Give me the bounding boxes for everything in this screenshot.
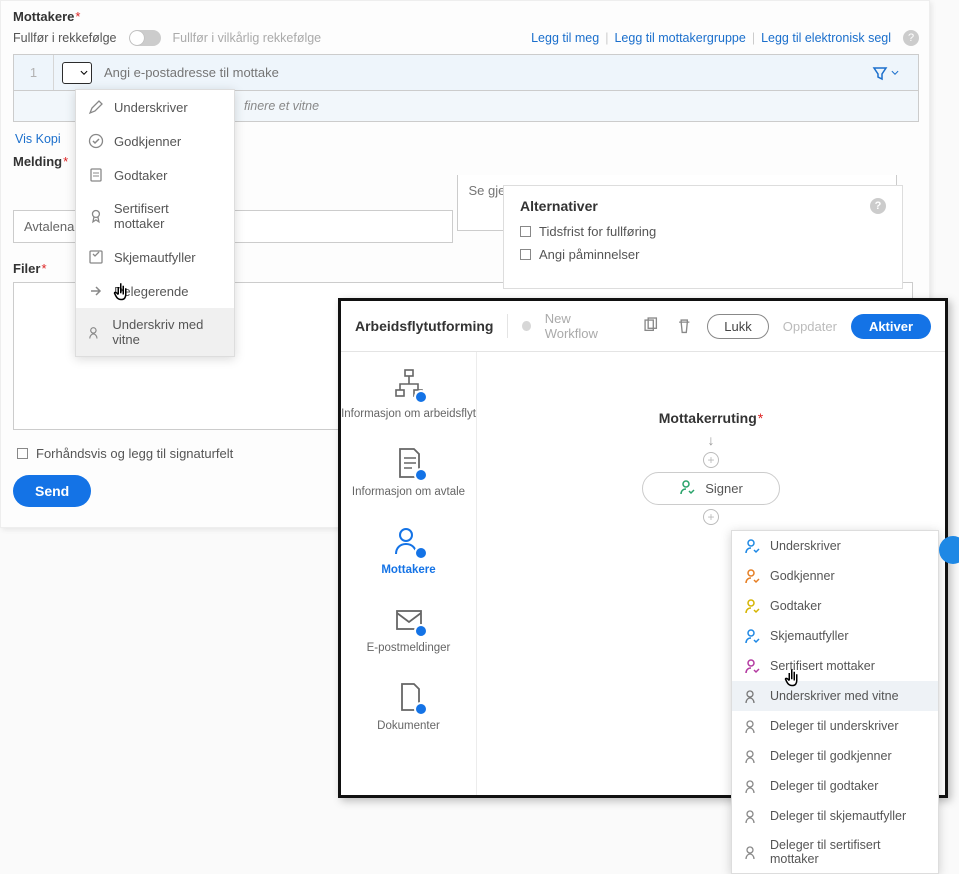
role-option-form-filler[interactable]: Skjemautfyller bbox=[76, 240, 234, 274]
send-button[interactable]: Send bbox=[13, 475, 91, 507]
route-role-delegate-acceptor[interactable]: Deleger til godtaker bbox=[732, 771, 938, 801]
workflow-designer-panel: Arbeidsflytutforming New Workflow Lukk O… bbox=[338, 298, 948, 798]
show-cc-link[interactable]: Vis Kopi bbox=[15, 132, 61, 146]
routing-role-dropdown[interactable]: Underskriver Godkjenner Godtaker Skjemau… bbox=[731, 530, 939, 874]
update-button-disabled: Oppdater bbox=[783, 319, 837, 334]
order-row: Fullfør i rekkefølge Fullfør i vilkårlig… bbox=[13, 30, 919, 46]
order-hint: Fullfør i vilkårlig rekkefølge bbox=[173, 31, 322, 45]
flow-icon bbox=[392, 368, 426, 402]
route-role-delegate-certified[interactable]: Deleger til sertifisert mottaker bbox=[732, 831, 938, 873]
workflow-canvas: Mottakerruting* ↓ + Signer + Underskrive… bbox=[477, 352, 945, 795]
option-deadline[interactable]: Tidsfrist for fullføring bbox=[520, 224, 886, 239]
trash-icon[interactable] bbox=[675, 315, 693, 337]
workflow-header: Arbeidsflytutforming New Workflow Lukk O… bbox=[341, 301, 945, 352]
route-role-certified[interactable]: Sertifisert mottaker bbox=[732, 651, 938, 681]
floating-help-bubble[interactable] bbox=[939, 536, 959, 564]
options-title: Alternativer bbox=[520, 198, 598, 214]
workflow-sidebar: Informasjon om arbeidsflyt Informasjon o… bbox=[341, 352, 477, 795]
role-option-acceptor[interactable]: Godtaker bbox=[76, 158, 234, 192]
route-role-delegate-form-filler[interactable]: Deleger til skjemautfyller bbox=[732, 801, 938, 831]
role-option-signer[interactable]: Underskriver bbox=[76, 90, 234, 124]
link-add-seal[interactable]: Legg til elektronisk segl bbox=[761, 31, 891, 45]
add-node-bottom[interactable]: + bbox=[703, 509, 719, 525]
role-option-approver[interactable]: Godkjenner bbox=[76, 124, 234, 158]
recipient-auth-icon[interactable] bbox=[854, 65, 918, 81]
link-add-me[interactable]: Legg til meg bbox=[531, 31, 599, 45]
role-option-delegator[interactable]: Delegerende bbox=[76, 274, 234, 308]
workflow-name: New Workflow bbox=[545, 311, 615, 341]
doc-icon bbox=[392, 446, 426, 480]
order-toggle[interactable] bbox=[129, 30, 161, 46]
recipients-label: Mottakere* bbox=[13, 9, 919, 24]
sidebar-item-agreement-info[interactable]: Informasjon om avtale bbox=[341, 446, 476, 498]
people-icon bbox=[392, 524, 426, 558]
sidebar-item-recipients[interactable]: Mottakere bbox=[341, 524, 476, 576]
workflow-title: Arbeidsflytutforming bbox=[355, 318, 493, 334]
clone-icon[interactable] bbox=[642, 315, 660, 337]
documents-icon bbox=[392, 680, 426, 714]
role-dropdown[interactable]: Underskriver Godkjenner Godtaker Sertifi… bbox=[75, 89, 235, 357]
witness-hint-text: finere et vitne bbox=[244, 99, 319, 113]
routing-title: Mottakerruting* bbox=[491, 410, 931, 426]
role-select[interactable] bbox=[62, 62, 92, 84]
options-help-icon[interactable]: ? bbox=[870, 198, 886, 214]
route-role-signer[interactable]: Underskriver bbox=[732, 531, 938, 561]
sidebar-item-emails[interactable]: E-postmeldinger bbox=[341, 602, 476, 654]
arrow-down-icon: ↓ bbox=[708, 432, 715, 448]
role-option-sign-with-witness[interactable]: Underskriv med vitne bbox=[76, 308, 234, 356]
mail-icon bbox=[392, 602, 426, 636]
recipient-number: 1 bbox=[14, 55, 54, 90]
sidebar-item-workflow-info[interactable]: Informasjon om arbeidsflyt bbox=[341, 368, 476, 420]
signer-node[interactable]: Signer bbox=[642, 472, 780, 505]
route-role-form-filler[interactable]: Skjemautfyller bbox=[732, 621, 938, 651]
add-node-top[interactable]: + bbox=[703, 452, 719, 468]
route-role-signer-with-witness[interactable]: Underskriver med vitne bbox=[732, 681, 938, 711]
options-panel: Alternativer ? Tidsfrist for fullføring … bbox=[503, 185, 903, 289]
route-role-approver[interactable]: Godkjenner bbox=[732, 561, 938, 591]
help-icon[interactable]: ? bbox=[903, 30, 919, 46]
recipient-email-input[interactable] bbox=[98, 55, 854, 90]
recipient-row: 1 bbox=[14, 55, 918, 91]
route-role-delegate-signer[interactable]: Deleger til underskriver bbox=[732, 711, 938, 741]
route-role-delegate-approver[interactable]: Deleger til godkjenner bbox=[732, 741, 938, 771]
workflow-status-dot bbox=[522, 321, 530, 331]
link-add-group[interactable]: Legg til mottakergruppe bbox=[614, 31, 745, 45]
close-button[interactable]: Lukk bbox=[707, 314, 768, 339]
sidebar-item-documents[interactable]: Dokumenter bbox=[341, 680, 476, 732]
option-reminders[interactable]: Angi påminnelser bbox=[520, 247, 886, 262]
route-role-acceptor[interactable]: Godtaker bbox=[732, 591, 938, 621]
order-label: Fullfør i rekkefølge bbox=[13, 31, 117, 45]
role-option-certified[interactable]: Sertifisert mottaker bbox=[76, 192, 234, 240]
activate-button[interactable]: Aktiver bbox=[851, 314, 931, 339]
